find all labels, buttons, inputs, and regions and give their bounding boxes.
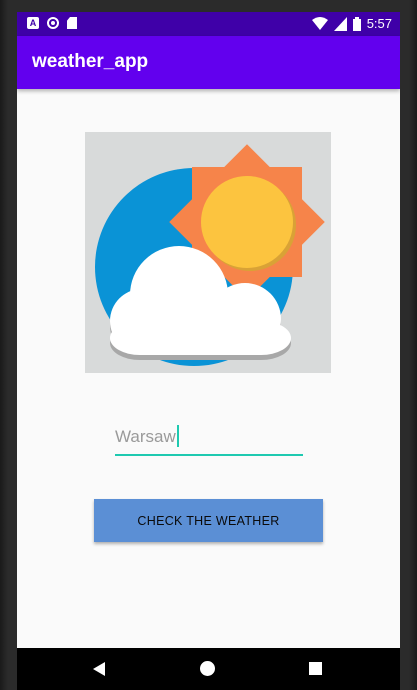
city-input[interactable]: Warsaw: [115, 424, 303, 456]
battery-icon: [352, 17, 361, 31]
status-bar: A 5:57: [17, 12, 400, 36]
a-icon: A: [27, 17, 39, 29]
app-title: weather_app: [32, 51, 149, 72]
weather-sun-cloud-icon: [95, 144, 325, 366]
home-icon[interactable]: [200, 661, 215, 676]
back-icon[interactable]: [93, 662, 105, 676]
circle-icon: [47, 17, 59, 29]
navigation-bar: [17, 648, 400, 690]
check-weather-button-label: CHECK THE WEATHER: [137, 513, 280, 528]
app-screen: A 5:57 weather_app Warsaw CHECK THE WEAT…: [17, 12, 400, 688]
city-input-value: Warsaw: [115, 427, 176, 446]
recents-icon[interactable]: [309, 662, 322, 675]
sd-card-icon: [67, 17, 77, 29]
signal-icon: [333, 17, 347, 31]
wifi-icon: [311, 17, 328, 30]
weather-image: [85, 132, 331, 373]
text-cursor: [176, 425, 179, 448]
app-bar: weather_app: [17, 36, 400, 89]
check-weather-button[interactable]: CHECK THE WEATHER: [94, 499, 323, 542]
status-time: 5:57: [366, 16, 392, 31]
